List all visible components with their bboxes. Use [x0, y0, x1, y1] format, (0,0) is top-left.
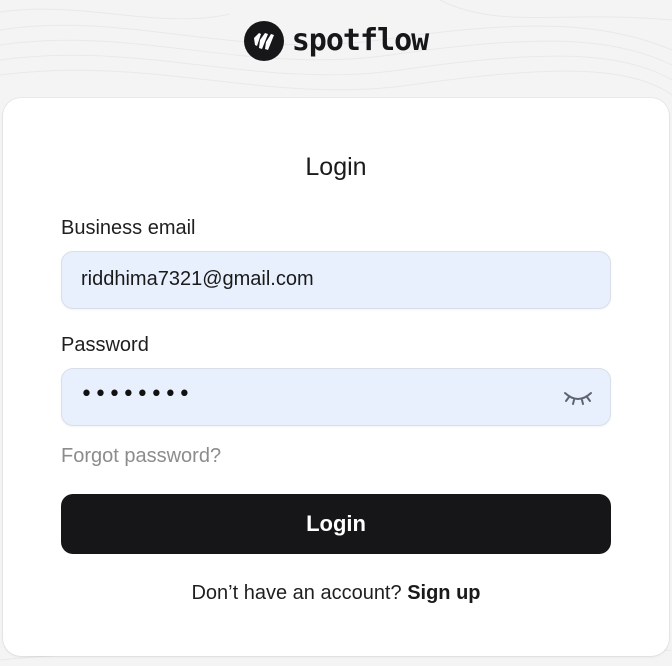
page-title: Login — [305, 153, 367, 181]
email-value: riddhima7321@gmail.com — [81, 268, 314, 290]
signup-row: Don’t have an account? Sign up — [3, 582, 669, 605]
password-field[interactable]: •••••••• — [61, 368, 611, 426]
forgot-password-link[interactable]: Forgot password? — [61, 445, 221, 468]
password-value: •••••••• — [80, 382, 192, 407]
brand-logo[interactable]: spotflow — [243, 20, 429, 61]
signup-link[interactable]: Sign up — [407, 582, 480, 604]
password-label: Password — [61, 334, 149, 356]
email-label: Business email — [61, 217, 196, 239]
signup-prompt: Don’t have an account? — [191, 582, 402, 604]
login-card: Login Business email riddhima7321@gmail.… — [3, 98, 669, 656]
spotflow-logo-icon — [243, 20, 284, 61]
email-field[interactable]: riddhima7321@gmail.com — [61, 251, 611, 309]
brand-name: spotflow — [291, 23, 429, 58]
header: spotflow — [0, 0, 672, 86]
login-button[interactable]: Login — [61, 494, 611, 554]
eye-closed-icon[interactable] — [562, 385, 594, 409]
